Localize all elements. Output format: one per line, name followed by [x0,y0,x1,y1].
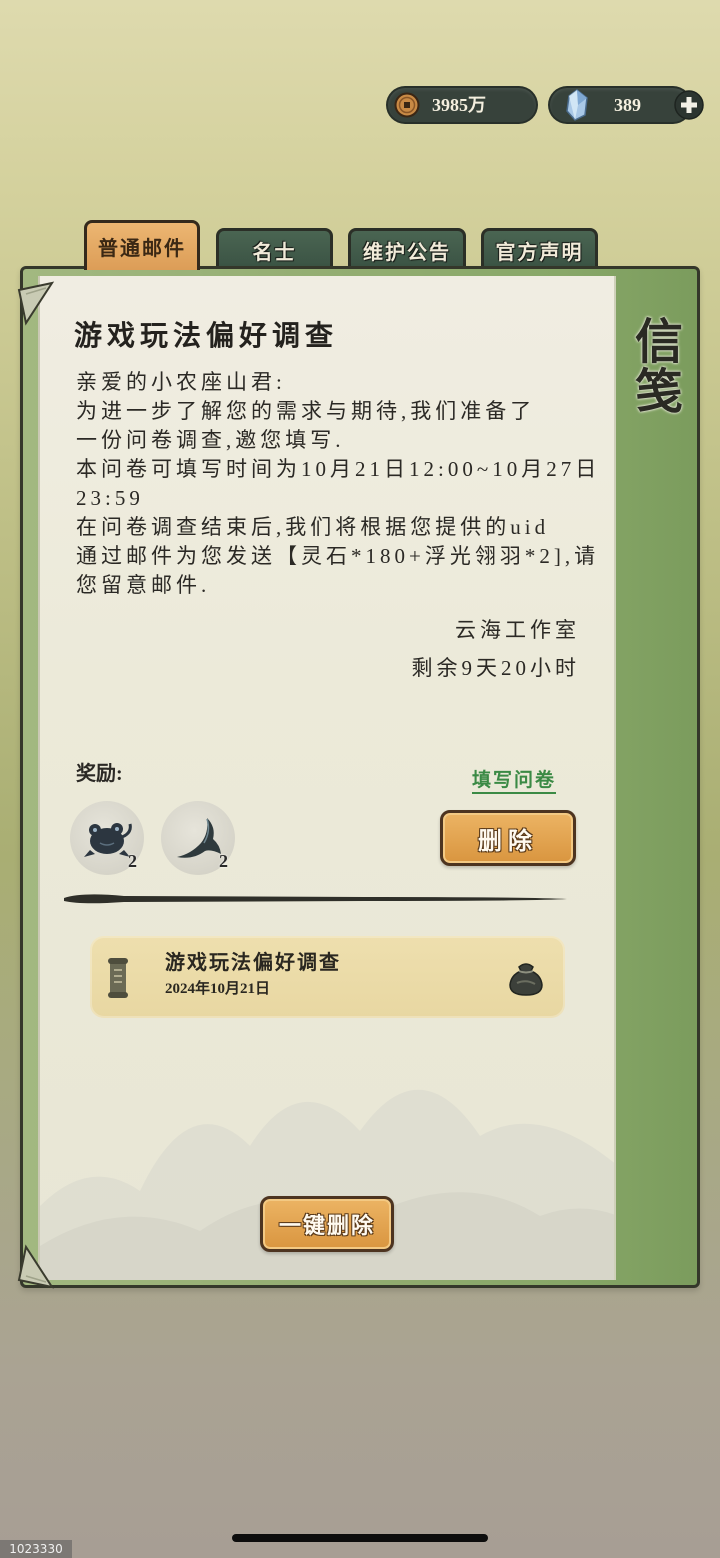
survey-link[interactable]: 填写问卷 [472,770,557,794]
rewards-label: 奖励: [76,763,123,785]
coin-balance[interactable]: 3985万 [388,88,536,122]
mail-sender: 云海工作室 [455,618,580,642]
delete-button[interactable]: 删除 [440,810,576,866]
paper-curl-top [17,281,55,326]
tab-celebrities[interactable]: 名士 [216,228,333,270]
body-line: 一份问卷调查,邀您填写. [76,428,345,452]
reward-item[interactable]: 2 [161,801,235,875]
tab-normal-mail[interactable]: 普通邮件 [84,220,200,270]
pouch-icon [509,963,543,996]
tab-official-statement[interactable]: 官方声明 [481,228,598,270]
mail-time-left: 剩余9天20小时 [411,656,580,680]
body-line: 本问卷可填写时间为10月21日12:00~10月27日 [76,457,601,481]
body-line: 通过邮件为您发送【灵石*180+浮光翎羽*2],请 [76,544,600,568]
panel-title: 信笺 [627,316,680,416]
gem-amount: 389 [614,95,641,115]
mail-screen: 3985万 389 普通邮件 名士 维护公告 官方声明 信笺 游戏玩法偏好调查 … [0,0,720,1558]
watermark: 1023330 [0,1540,72,1558]
mail-list-item-date: 2024年10月21日 [165,981,271,997]
reward-count: 2 [219,851,228,871]
home-indicator[interactable] [232,1534,488,1542]
body-line: 23:59 [76,486,144,510]
creature-icon [84,823,132,857]
body-line: 为进一步了解您的需求与期待,我们准备了 [76,399,536,423]
mail-list-item[interactable]: 游戏玩法偏好调查 2024年10月21日 [90,936,565,1018]
mail-title: 游戏玩法偏好调查 [74,321,339,352]
body-line: 亲爱的小农座山君: [76,370,286,394]
mail-body: 亲爱的小农座山君: 为进一步了解您的需求与期待,我们准备了 一份问卷调查,邀您填… [76,368,606,600]
body-line: 在问卷调查结束后,我们将根据您提供的uid [76,515,550,539]
add-gems-button[interactable] [674,90,704,120]
body-line: 您留意邮件. [76,573,211,597]
reward-count: 2 [128,851,137,871]
tab-maintenance-notice[interactable]: 维护公告 [348,228,466,270]
gem-balance[interactable]: 389 [550,88,704,122]
scroll-icon [108,958,128,998]
coin-amount: 3985万 [432,95,486,115]
mail-paper: 游戏玩法偏好调查 亲爱的小农座山君: 为进一步了解您的需求与期待,我们准备了 一… [38,276,616,1280]
brush-divider [64,894,567,904]
paper-curl-bottom [17,1244,55,1289]
mail-list-item-title: 游戏玩法偏好调查 [165,952,341,974]
reward-item[interactable]: 2 [70,801,144,875]
crystal-gem-icon [564,89,590,121]
plus-icon [674,90,704,120]
copper-coin-icon [394,92,420,118]
feather-icon [177,818,221,858]
delete-all-button[interactable]: 一键删除 [260,1196,394,1252]
